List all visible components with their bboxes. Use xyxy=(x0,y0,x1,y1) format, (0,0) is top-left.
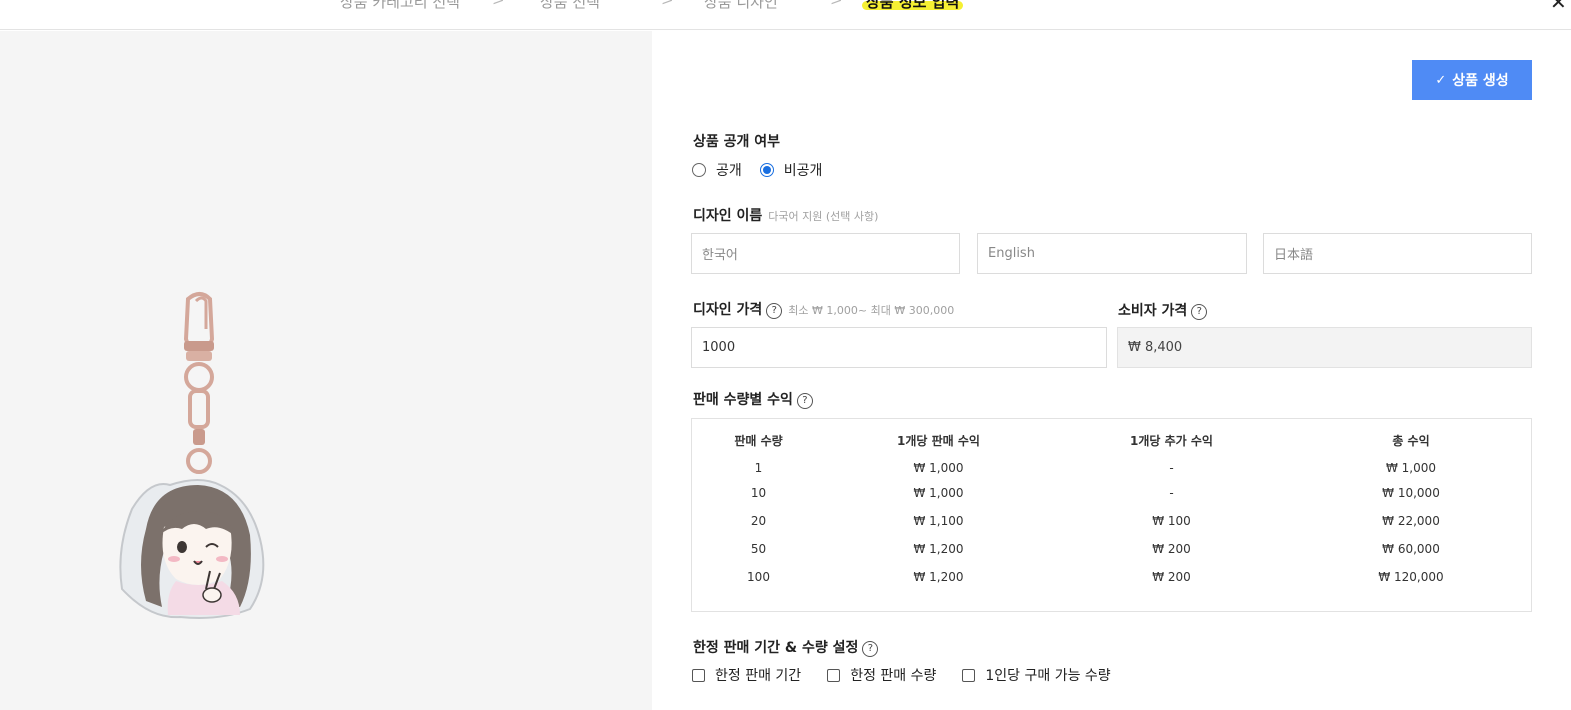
limited-period-checkbox[interactable] xyxy=(692,668,705,682)
table-row: 20 ₩ 1,100 ₩ 100 ₩ 22,000 xyxy=(692,507,1531,535)
table-cell: ₩ 1,200 xyxy=(913,570,964,584)
limited-quantity-label[interactable]: 한정 판매 수량 xyxy=(850,665,936,685)
step-product-info-label: 상품 정보 입력 xyxy=(866,0,960,11)
design-price-input[interactable]: 1000 xyxy=(691,327,1107,368)
radio-public-label[interactable]: 공개 xyxy=(716,160,742,180)
help-icon[interactable]: ? xyxy=(862,641,879,657)
chevron-right-icon: > xyxy=(830,0,843,9)
limited-period-label[interactable]: 한정 판매 기간 xyxy=(715,665,801,685)
table-cell: 20 xyxy=(750,514,767,528)
table-cell: 1 xyxy=(754,461,763,475)
design-name-korean-input[interactable]: 한국어 xyxy=(691,233,960,274)
table-cell: - xyxy=(1169,486,1174,500)
design-name-hint: 다국어 지원 (선택 사항) xyxy=(768,210,879,223)
check-icon: ✓ xyxy=(1435,72,1447,88)
product-info-form: ✓ 상품 생성 상품 공개 여부 공개 비공개 디자인 이름 다국어 지원 (선택… xyxy=(652,31,1571,710)
step-category[interactable]: 상품 카테고리 선택 xyxy=(340,0,460,12)
help-icon[interactable]: ? xyxy=(1191,304,1208,320)
per-person-limit-label[interactable]: 1인당 구매 가능 수량 xyxy=(985,665,1110,685)
table-cell: - xyxy=(1169,461,1174,475)
radio-private[interactable] xyxy=(759,163,774,177)
table-cell: ₩ 1,000 xyxy=(913,461,964,475)
consumer-price-title: 소비자 가격? xyxy=(1118,300,1208,320)
table-cell: ₩ 10,000 xyxy=(1382,486,1440,500)
consumer-price-field: ₩ 8,400 xyxy=(1117,327,1532,368)
table-cell: ₩ 1,200 xyxy=(913,542,964,556)
design-name-english-input[interactable]: English xyxy=(977,233,1247,274)
col-quantity: 판매 수량 xyxy=(734,433,783,448)
create-product-button[interactable]: ✓ 상품 생성 xyxy=(1412,60,1532,100)
table-row: 1 ₩ 1,000 - ₩ 1,000 xyxy=(692,451,1531,479)
step-breadcrumb: 상품 카테고리 선택 > 상품 선택 > 상품 디자인 > 상품 정보 입력 ✕ xyxy=(0,0,1571,30)
consumer-price-title-text: 소비자 가격 xyxy=(1118,303,1188,319)
table-cell: ₩ 200 xyxy=(1152,570,1191,584)
visibility-title: 상품 공개 여부 xyxy=(693,134,781,150)
table-cell: ₩ 1,100 xyxy=(913,514,964,528)
col-extra-profit: 1개당 추가 수익 xyxy=(1130,433,1213,448)
table-cell: ₩ 1,000 xyxy=(1385,461,1437,475)
table-cell: ₩ 60,000 xyxy=(1382,542,1440,556)
design-price-title: 디자인 가격? 최소 ₩ 1,000~ 최대 ₩ 300,000 xyxy=(693,299,954,319)
limited-sale-options: 한정 판매 기간 한정 판매 수량 1인당 구매 가능 수량 xyxy=(692,665,1137,685)
design-price-title-text: 디자인 가격 xyxy=(693,302,763,318)
table-row: 100 ₩ 1,200 ₩ 200 ₩ 120,000 xyxy=(692,563,1531,591)
table-cell: ₩ 200 xyxy=(1152,542,1191,556)
design-name-title-text: 디자인 이름 xyxy=(693,208,763,224)
chevron-right-icon: > xyxy=(661,0,674,9)
profit-table-title-text: 판매 수량별 수익 xyxy=(693,392,793,408)
table-row: 50 ₩ 1,200 ₩ 200 ₩ 60,000 xyxy=(692,535,1531,563)
chevron-right-icon: > xyxy=(492,0,505,9)
help-icon[interactable]: ? xyxy=(796,393,813,409)
table-cell: ₩ 1,000 xyxy=(913,486,964,500)
step-product[interactable]: 상품 선택 xyxy=(540,0,600,12)
design-price-hint: 최소 ₩ 1,000~ 최대 ₩ 300,000 xyxy=(788,304,955,317)
product-preview-pane xyxy=(0,31,652,710)
create-product-label: 상품 생성 xyxy=(1452,73,1509,89)
col-total-profit: 총 수익 xyxy=(1392,433,1430,448)
limited-sale-title-text: 한정 판매 기간 & 수량 설정 xyxy=(693,640,859,656)
visibility-radio-group: 공개 비공개 xyxy=(692,160,840,180)
table-cell: ₩ 120,000 xyxy=(1378,570,1444,584)
limited-sale-title: 한정 판매 기간 & 수량 설정? xyxy=(693,637,879,657)
step-product-info[interactable]: 상품 정보 입력 xyxy=(862,0,964,12)
table-cell: 100 xyxy=(747,570,770,584)
radio-public[interactable] xyxy=(692,163,706,177)
table-cell: ₩ 22,000 xyxy=(1382,514,1440,528)
step-design[interactable]: 상품 디자인 xyxy=(704,0,778,12)
radio-private-label[interactable]: 비공개 xyxy=(784,160,823,180)
help-icon[interactable]: ? xyxy=(766,303,783,319)
keyring-preview-image xyxy=(119,292,265,619)
table-header-row: 판매 수량 1개당 판매 수익 1개당 추가 수익 총 수익 xyxy=(692,429,1531,451)
design-name-title: 디자인 이름 다국어 지원 (선택 사항) xyxy=(693,205,878,225)
profit-table-title: 판매 수량별 수익? xyxy=(693,389,813,409)
design-name-japanese-input[interactable]: 日本語 xyxy=(1263,233,1532,274)
col-unit-profit: 1개당 판매 수익 xyxy=(897,433,980,448)
close-icon[interactable]: ✕ xyxy=(1550,0,1567,14)
table-cell: 50 xyxy=(750,542,767,556)
limited-quantity-checkbox[interactable] xyxy=(827,668,841,682)
per-person-limit-checkbox[interactable] xyxy=(962,668,976,682)
table-cell: 10 xyxy=(750,486,767,500)
table-cell: ₩ 100 xyxy=(1152,514,1191,528)
table-row: 10 ₩ 1,000 - ₩ 10,000 xyxy=(692,479,1531,507)
profit-table: 판매 수량 1개당 판매 수익 1개당 추가 수익 총 수익 1 ₩ 1,000… xyxy=(691,418,1532,612)
